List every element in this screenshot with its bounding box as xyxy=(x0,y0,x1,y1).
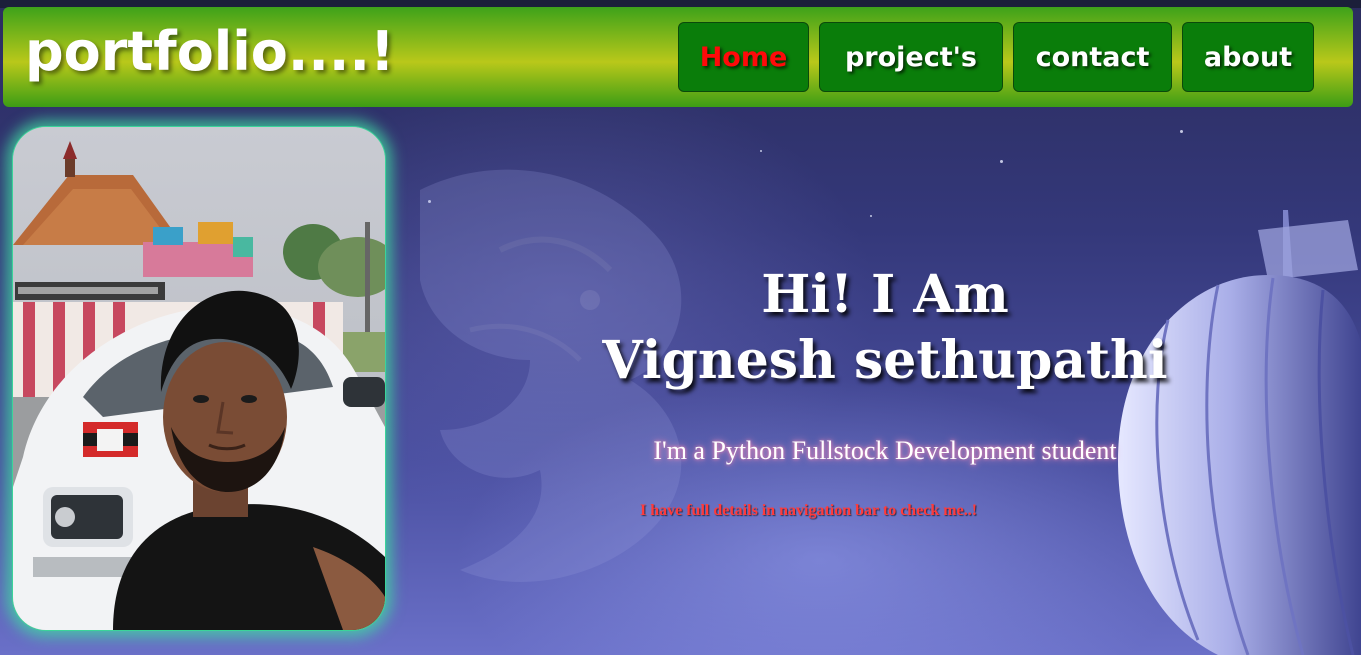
hero-name: Vignesh sethupathi xyxy=(602,330,1168,391)
hero-greeting: Hi! I Am xyxy=(761,264,1009,325)
nav-about-button[interactable]: about xyxy=(1182,22,1314,92)
site-header: portfolio....! Home project's contact ab… xyxy=(3,7,1353,107)
nav-contact-button[interactable]: contact xyxy=(1013,22,1172,92)
hero-note: I have full details in navigation bar to… xyxy=(640,502,978,519)
hero-tagline: I'm a Python Fullstock Development stude… xyxy=(653,436,1117,465)
profile-photo-illustration xyxy=(13,127,385,630)
profile-photo xyxy=(12,126,386,631)
nav-projects-button[interactable]: project's xyxy=(819,22,1003,92)
nav-home-button[interactable]: Home xyxy=(678,22,809,92)
site-logo[interactable]: portfolio....! xyxy=(25,25,395,79)
hero-heading: Hi! I Am Vignesh sethupathi xyxy=(560,262,1210,394)
portfolio-page: portfolio....! Home project's contact ab… xyxy=(0,0,1361,655)
